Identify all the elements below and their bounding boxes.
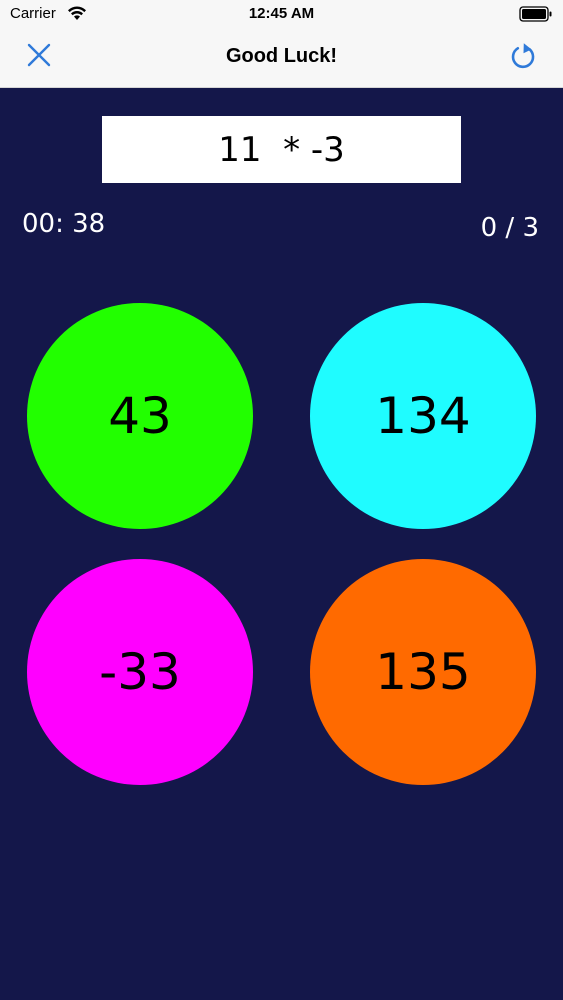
refresh-button[interactable] [507, 40, 541, 74]
nav-bar: Good Luck! [0, 28, 563, 88]
answer-button[interactable]: 43 [27, 303, 253, 529]
status-bar: Carrier 12:45 AM [0, 0, 563, 28]
answer-button[interactable]: 134 [310, 303, 536, 529]
page-title: Good Luck! [225, 45, 338, 67]
timer: 00: 38 [22, 209, 106, 239]
battery-icon [519, 6, 553, 26]
refresh-icon [510, 40, 538, 74]
question-display: 11 * -3 [102, 116, 461, 183]
answer-button[interactable]: 135 [310, 559, 536, 785]
answer-button[interactable]: -33 [27, 559, 253, 785]
status-time: 12:45 AM [248, 5, 315, 22]
score-counter: 0 / 3 [480, 213, 539, 243]
